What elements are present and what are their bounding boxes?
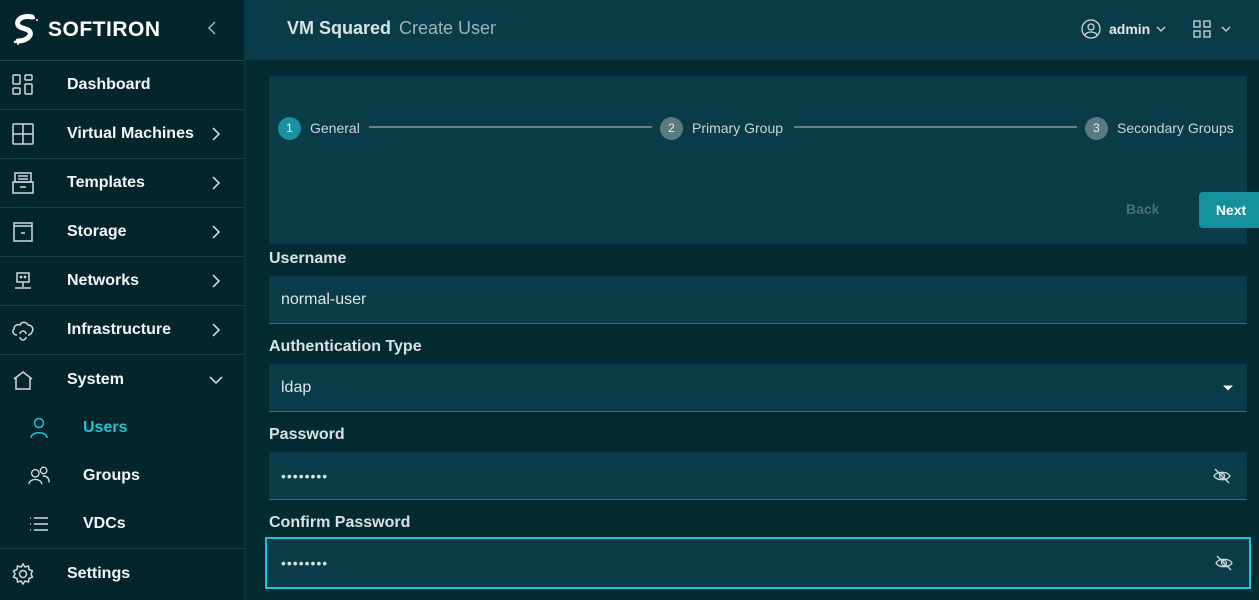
sidebar-item-vdcs[interactable]: VDCs <box>0 500 244 548</box>
sidebar: SOFTIRON Dashboard Virtual Machines Temp… <box>0 0 245 600</box>
step-number: 2 <box>660 116 683 140</box>
softiron-logo-icon <box>13 14 38 45</box>
eye-off-icon[interactable] <box>1213 552 1235 574</box>
sidebar-item-dashboard[interactable]: Dashboard <box>0 61 244 110</box>
sidebar-item-groups[interactable]: Groups <box>0 452 244 500</box>
chevron-left-icon <box>207 21 216 35</box>
step-connector <box>794 126 1077 128</box>
user-menu[interactable]: admin <box>1081 17 1166 41</box>
chevron-right-icon <box>206 173 226 193</box>
step-general[interactable]: 1 General <box>278 116 360 140</box>
chevron-right-icon <box>206 320 226 340</box>
home-icon <box>11 368 35 392</box>
auth-type-value: ldap <box>281 378 312 396</box>
sidebar-item-label: Storage <box>67 223 127 240</box>
cloud-sync-icon <box>11 318 35 342</box>
sidebar-item-settings[interactable]: Settings <box>0 549 244 598</box>
collapse-sidebar-button[interactable] <box>202 16 222 40</box>
sidebar-item-infrastructure[interactable]: Infrastructure <box>0 306 244 355</box>
step-primary-group[interactable]: 2 Primary Group <box>660 116 783 140</box>
username-label: admin <box>1109 21 1151 37</box>
sidebar-item-system[interactable]: System <box>0 355 244 404</box>
storage-icon <box>11 220 35 244</box>
chevron-down-icon <box>206 370 226 390</box>
chevron-right-icon <box>206 271 226 291</box>
main-content: 1 General 2 Primary Group 3 Secondary Gr… <box>245 60 1259 600</box>
sidebar-item-label: Networks <box>67 272 140 289</box>
sidebar-item-label: Users <box>83 419 128 436</box>
step-number: 1 <box>278 116 301 140</box>
grid-icon <box>11 122 35 146</box>
list-icon <box>27 512 51 536</box>
sidebar-item-templates[interactable]: Templates <box>0 159 244 208</box>
system-submenu: Users Groups VDCs <box>0 404 244 549</box>
users-icon <box>27 464 51 488</box>
step-label: Primary Group <box>692 120 784 136</box>
page-title: Create User <box>399 18 497 38</box>
caret-down-icon <box>1223 385 1233 390</box>
sidebar-item-label: Groups <box>83 467 140 484</box>
auth-type-select[interactable]: ldap <box>269 364 1247 412</box>
chevron-right-icon <box>206 222 226 242</box>
password-value: •••••••• <box>281 467 329 484</box>
sidebar-item-networks[interactable]: Networks <box>0 257 244 306</box>
username-input[interactable]: normal-user <box>269 276 1247 324</box>
network-icon <box>11 269 35 293</box>
step-secondary-groups[interactable]: 3 Secondary Groups <box>1085 116 1234 140</box>
app-name: VM Squared <box>287 18 392 38</box>
chevron-down-icon <box>1221 26 1231 32</box>
username-label: Username <box>269 250 347 267</box>
gear-icon <box>11 562 35 586</box>
sidebar-item-storage[interactable]: Storage <box>0 208 244 257</box>
stepper: 1 General 2 Primary Group 3 Secondary Gr… <box>269 76 1259 244</box>
sidebar-item-label: System <box>67 370 124 388</box>
sidebar-item-label: Settings <box>67 564 131 582</box>
sidebar-item-label: Templates <box>67 174 145 191</box>
sidebar-item-users[interactable]: Users <box>0 404 244 452</box>
brand-name: SOFTIRON <box>48 18 161 41</box>
sidebar-item-label: Virtual Machines <box>67 125 194 142</box>
back-button[interactable]: Back <box>1126 201 1159 217</box>
dashboard-icon <box>11 73 35 97</box>
confirm-password-label: Confirm Password <box>269 514 411 531</box>
chevron-down-icon <box>1156 26 1166 32</box>
step-number: 3 <box>1085 116 1108 140</box>
sidebar-item-label: Dashboard <box>67 76 151 93</box>
templates-icon <box>11 171 35 195</box>
sidebar-item-label: VDCs <box>83 515 126 532</box>
next-button[interactable]: Next <box>1199 192 1259 228</box>
top-header: VM Squared Create User admin <box>245 0 1259 60</box>
step-label: Secondary Groups <box>1117 120 1234 136</box>
user-circle-icon <box>1081 19 1101 39</box>
apps-grid-icon <box>1193 20 1211 38</box>
sidebar-item-label: Infrastructure <box>67 321 172 338</box>
sidebar-item-virtual-machines[interactable]: Virtual Machines <box>0 110 244 159</box>
confirm-password-value: •••••••• <box>281 555 329 571</box>
step-label: General <box>310 120 360 136</box>
confirm-password-input[interactable]: •••••••• <box>265 537 1251 589</box>
user-icon <box>27 416 51 440</box>
password-input[interactable]: •••••••• <box>269 452 1247 500</box>
eye-off-icon[interactable] <box>1211 465 1233 487</box>
apps-menu[interactable] <box>1193 17 1231 41</box>
brand: SOFTIRON <box>0 0 244 61</box>
password-label: Password <box>269 426 345 443</box>
username-value: normal-user <box>281 290 367 308</box>
chevron-right-icon <box>206 124 226 144</box>
step-connector <box>369 126 652 128</box>
auth-type-label: Authentication Type <box>269 338 422 355</box>
